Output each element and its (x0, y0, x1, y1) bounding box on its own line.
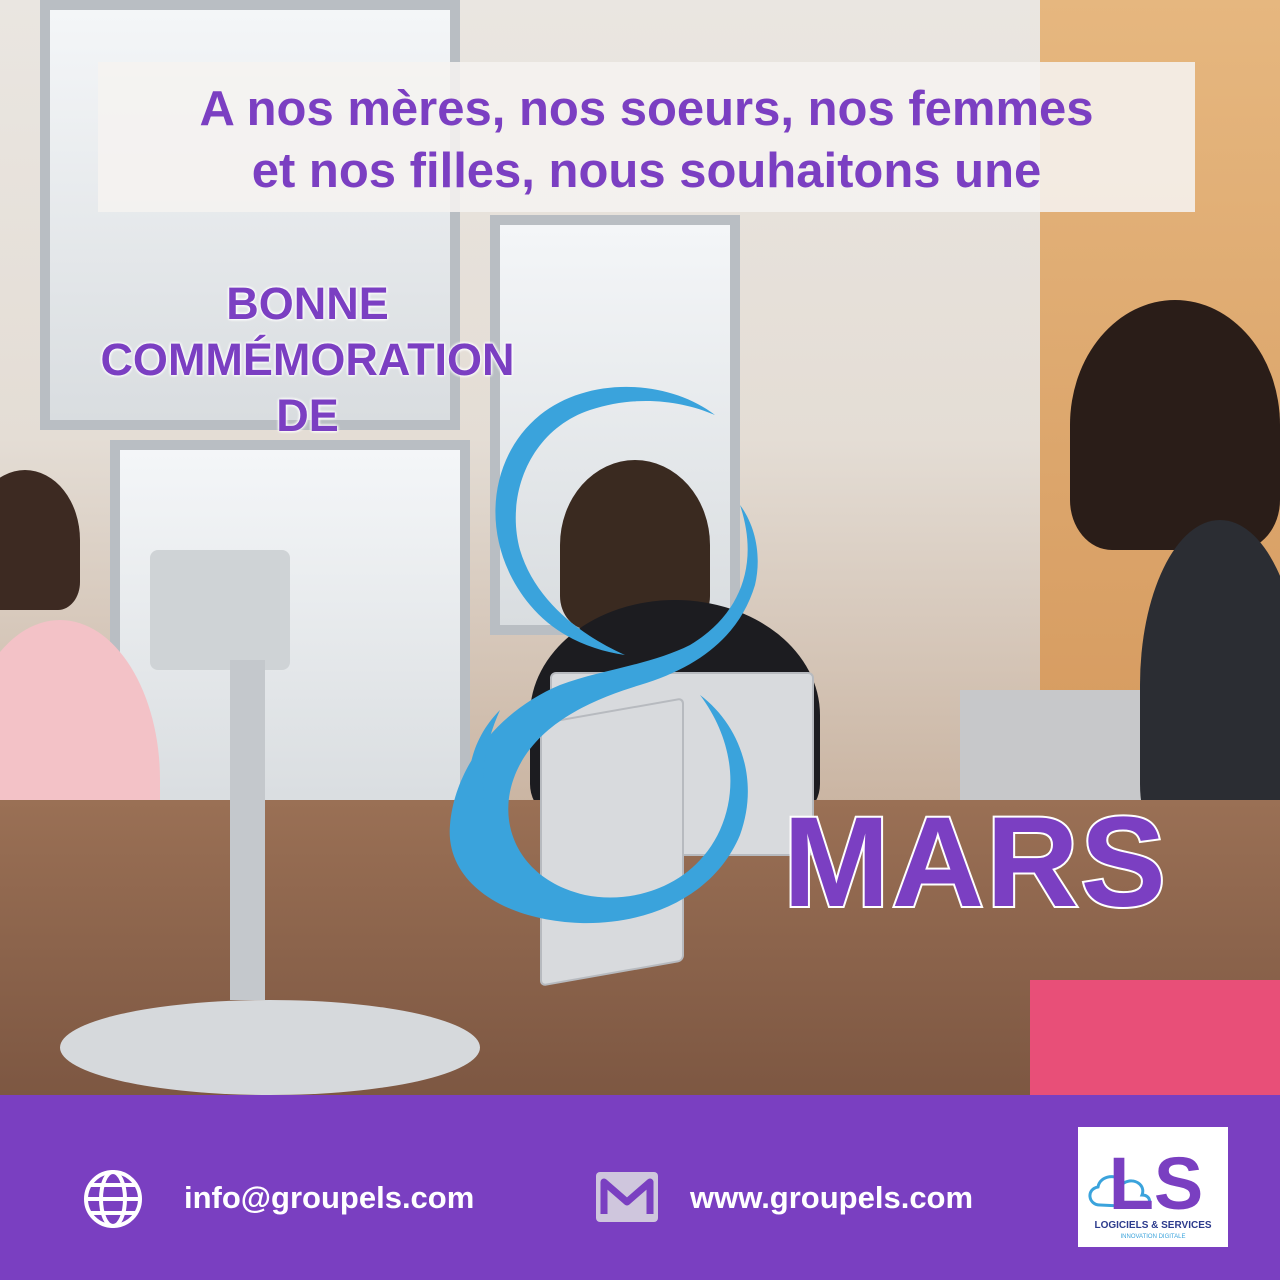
headline: A nos mères, nos soeurs, nos femmes et n… (98, 78, 1195, 202)
logo-mark: LS LOGICIELS & SERVICES INNOVATION DIGIT… (1088, 1142, 1212, 1240)
logo-tagline: INNOVATION DIGITALE (1120, 1234, 1185, 1240)
month-text: MARS (781, 791, 1168, 934)
headline-line-1: A nos mères, nos soeurs, nos femmes (199, 82, 1094, 136)
microphone-base (60, 1000, 480, 1095)
notebook (1030, 980, 1280, 1095)
website-link[interactable]: www.groupels.com (690, 1178, 973, 1218)
email-link[interactable]: info@groupels.com (184, 1178, 474, 1218)
eight-top-left-stroke (495, 386, 715, 655)
microphone (150, 550, 290, 670)
microphone-stand (230, 660, 265, 1000)
eight-body-stroke (449, 505, 758, 924)
eight-figure: 8 (449, 386, 758, 924)
greeting-line-1: BONNE (226, 278, 389, 329)
person-head (1070, 300, 1280, 550)
globe-icon (84, 1170, 142, 1228)
mail-icon (596, 1172, 658, 1222)
person-head (0, 470, 80, 610)
logo-name: LOGICIELS & SERVICES (1094, 1220, 1211, 1231)
logo-letters: LS (1109, 1142, 1204, 1225)
company-logo: LS LOGICIELS & SERVICES INNOVATION DIGIT… (1078, 1127, 1228, 1247)
headline-line-2: et nos filles, nous souhaitons une (251, 144, 1042, 198)
